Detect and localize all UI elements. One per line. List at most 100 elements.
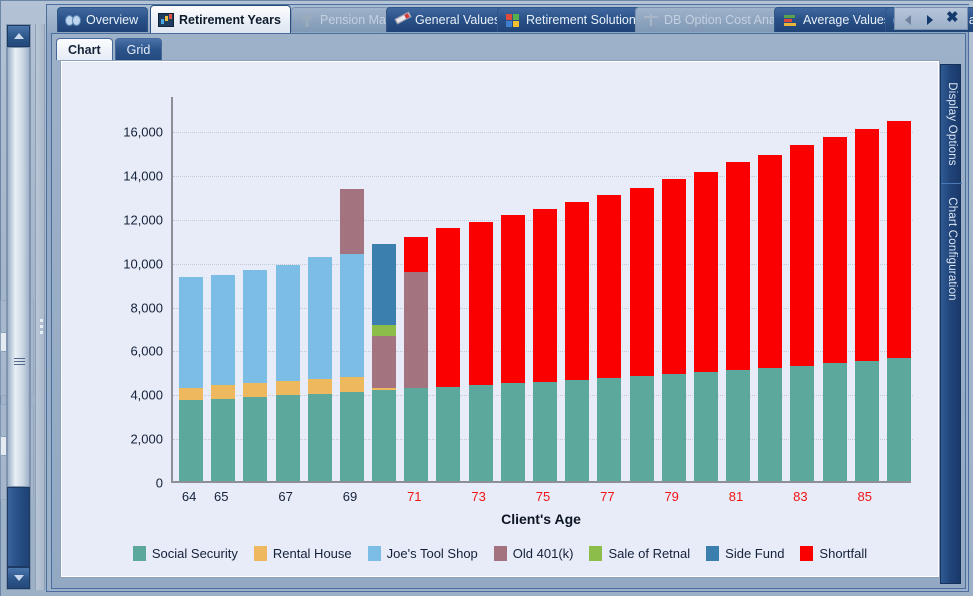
- legend-item[interactable]: Side Fund: [706, 546, 784, 561]
- bar-segment[interactable]: [372, 336, 396, 388]
- bar-stack[interactable]: [533, 209, 557, 481]
- bar-segment[interactable]: [243, 383, 267, 397]
- bar-stack[interactable]: [501, 215, 525, 481]
- bar-segment[interactable]: [179, 388, 203, 401]
- bar-segment[interactable]: [276, 381, 300, 395]
- bar-segment[interactable]: [790, 366, 814, 481]
- tab-display-options[interactable]: Display Options: [941, 69, 962, 179]
- legend-item[interactable]: Shortfall: [800, 546, 867, 561]
- bar-segment[interactable]: [790, 145, 814, 366]
- bar-segment[interactable]: [630, 188, 654, 376]
- bar-segment[interactable]: [823, 137, 847, 363]
- bar-stack[interactable]: [597, 195, 621, 481]
- legend-item[interactable]: Rental House: [254, 546, 352, 561]
- legend-item[interactable]: Sale of Retnal: [589, 546, 690, 561]
- bar-segment[interactable]: [887, 121, 911, 359]
- bar-segment[interactable]: [855, 361, 879, 481]
- scrollbar-track-lower[interactable]: [7, 487, 30, 567]
- bar-stack[interactable]: [469, 222, 493, 481]
- bar-segment[interactable]: [404, 388, 428, 481]
- bar-stack[interactable]: [340, 189, 364, 481]
- bar-segment[interactable]: [469, 222, 493, 385]
- scroll-down-button[interactable]: [7, 567, 30, 589]
- bar-stack[interactable]: [372, 244, 396, 481]
- bar-segment[interactable]: [243, 270, 267, 384]
- tab-overview[interactable]: Overview: [57, 7, 148, 32]
- sub-tab-chart[interactable]: Chart: [56, 38, 113, 60]
- bar-segment[interactable]: [372, 325, 396, 337]
- bar-segment[interactable]: [211, 385, 235, 398]
- bar-segment[interactable]: [436, 387, 460, 481]
- bar-stack[interactable]: [823, 137, 847, 481]
- bar-segment[interactable]: [243, 397, 267, 481]
- bar-segment[interactable]: [533, 382, 557, 481]
- tab-scroll-prev-button[interactable]: [902, 11, 916, 27]
- bar-segment[interactable]: [211, 399, 235, 481]
- bar-segment[interactable]: [662, 374, 686, 481]
- bar-stack[interactable]: [436, 228, 460, 481]
- bar-segment[interactable]: [372, 390, 396, 481]
- bar-segment[interactable]: [565, 202, 589, 379]
- bar-segment[interactable]: [340, 189, 364, 253]
- bar-segment[interactable]: [340, 254, 364, 377]
- bar-stack[interactable]: [726, 162, 750, 481]
- bar-segment[interactable]: [308, 257, 332, 379]
- bar-segment[interactable]: [469, 385, 493, 481]
- bar-segment[interactable]: [179, 400, 203, 481]
- bar-segment[interactable]: [694, 372, 718, 481]
- bar-stack[interactable]: [694, 172, 718, 481]
- bar-stack[interactable]: [662, 179, 686, 481]
- bar-segment[interactable]: [211, 275, 235, 385]
- bar-stack[interactable]: [179, 277, 203, 481]
- bar-segment[interactable]: [855, 129, 879, 361]
- bar-segment[interactable]: [597, 378, 621, 481]
- bar-segment[interactable]: [694, 172, 718, 372]
- bar-segment[interactable]: [276, 265, 300, 381]
- tab-chart-configuration[interactable]: Chart Configuration: [941, 183, 962, 313]
- bar-segment[interactable]: [726, 162, 750, 370]
- bar-segment[interactable]: [308, 379, 332, 393]
- scrollbar-thumb[interactable]: [7, 47, 30, 487]
- bar-segment[interactable]: [630, 376, 654, 481]
- bar-stack[interactable]: [404, 237, 428, 481]
- bar-segment[interactable]: [662, 179, 686, 374]
- tab-scroll-next-button[interactable]: [924, 11, 938, 27]
- bar-segment[interactable]: [565, 380, 589, 481]
- bar-segment[interactable]: [887, 358, 911, 481]
- bar-segment[interactable]: [533, 209, 557, 382]
- bar-segment[interactable]: [372, 244, 396, 325]
- bar-segment[interactable]: [823, 363, 847, 481]
- bar-stack[interactable]: [758, 155, 782, 481]
- bar-segment[interactable]: [501, 215, 525, 384]
- bar-segment[interactable]: [276, 395, 300, 481]
- bar-segment[interactable]: [758, 155, 782, 368]
- tab-average-values[interactable]: Average Values: [774, 7, 900, 32]
- bar-segment[interactable]: [597, 195, 621, 378]
- bar-stack[interactable]: [887, 121, 911, 481]
- bar-segment[interactable]: [340, 377, 364, 392]
- tab-retirement-solutions[interactable]: Retirement Solutions: [497, 7, 652, 32]
- sub-tab-grid[interactable]: Grid: [115, 38, 163, 60]
- close-tab-button[interactable]: ✖: [946, 11, 960, 27]
- vertical-scrollbar[interactable]: [6, 24, 31, 590]
- panel-splitter[interactable]: [35, 24, 45, 590]
- tab-general-values[interactable]: General Values: [386, 7, 510, 32]
- bar-stack[interactable]: [276, 265, 300, 481]
- tab-retirement-years[interactable]: Retirement Years: [150, 5, 291, 33]
- scroll-up-button[interactable]: [7, 25, 30, 47]
- legend-item[interactable]: Old 401(k): [494, 546, 574, 561]
- legend-item[interactable]: Social Security: [133, 546, 238, 561]
- bar-stack[interactable]: [243, 270, 267, 481]
- bar-segment[interactable]: [436, 228, 460, 387]
- bar-segment[interactable]: [308, 394, 332, 482]
- bar-stack[interactable]: [855, 129, 879, 481]
- bar-stack[interactable]: [630, 188, 654, 481]
- bar-stack[interactable]: [211, 275, 235, 481]
- bar-segment[interactable]: [340, 392, 364, 481]
- bar-stack[interactable]: [790, 145, 814, 481]
- bar-segment[interactable]: [726, 370, 750, 481]
- bar-segment[interactable]: [404, 272, 428, 388]
- bar-segment[interactable]: [404, 237, 428, 272]
- bar-segment[interactable]: [179, 277, 203, 387]
- bar-stack[interactable]: [308, 257, 332, 481]
